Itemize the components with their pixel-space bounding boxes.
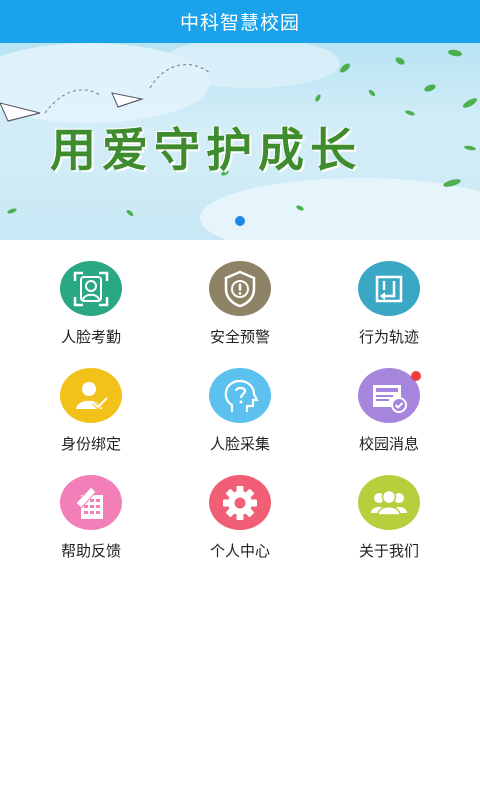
menu-item-face-attendance[interactable]: 人脸考勤 (11, 240, 171, 347)
menu-label: 行为轨迹 (358, 328, 419, 346)
menu-label: 关于我们 (358, 542, 419, 560)
menu-label: 身份绑定 (60, 435, 121, 453)
face-frame-icon (60, 261, 122, 316)
head-question-icon (209, 368, 271, 423)
menu-item-campus-message[interactable]: 校园消息 (309, 347, 469, 454)
message-check-icon (358, 368, 421, 423)
document-pen-icon (60, 475, 122, 530)
shield-alert-icon (209, 261, 271, 316)
menu-label: 人脸采集 (209, 435, 270, 453)
menu-item-safety-alert[interactable]: 安全预警 (160, 240, 320, 347)
gear-icon (209, 475, 271, 530)
banner-slogan: 用爱守护成长 (50, 123, 362, 177)
menu-item-personal-center[interactable]: 个人中心 (160, 454, 320, 561)
menu-item-behavior-track[interactable]: 行为轨迹 (309, 240, 469, 347)
menu-item-face-collect[interactable]: 人脸采集 (160, 347, 320, 454)
banner-carousel[interactable]: 用爱守护成长 (0, 43, 480, 240)
menu-label: 安全预警 (209, 328, 270, 346)
menu-label: 个人中心 (209, 542, 270, 560)
menu-label: 人脸考勤 (60, 328, 121, 346)
menu-item-identity-bind[interactable]: 身份绑定 (11, 347, 171, 454)
unread-badge (411, 371, 421, 381)
group-icon (358, 475, 420, 530)
menu-item-about-us[interactable]: 关于我们 (309, 454, 469, 561)
app-header: 中科智慧校园 (0, 0, 480, 43)
user-check-icon (60, 368, 122, 423)
menu-label: 校园消息 (358, 435, 419, 453)
carousel-indicator-dot[interactable] (235, 216, 245, 226)
menu-label: 帮助反馈 (60, 542, 121, 560)
app-title: 中科智慧校园 (179, 12, 300, 34)
menu-item-help-feedback[interactable]: 帮助反馈 (11, 454, 171, 561)
track-return-icon (358, 261, 420, 316)
